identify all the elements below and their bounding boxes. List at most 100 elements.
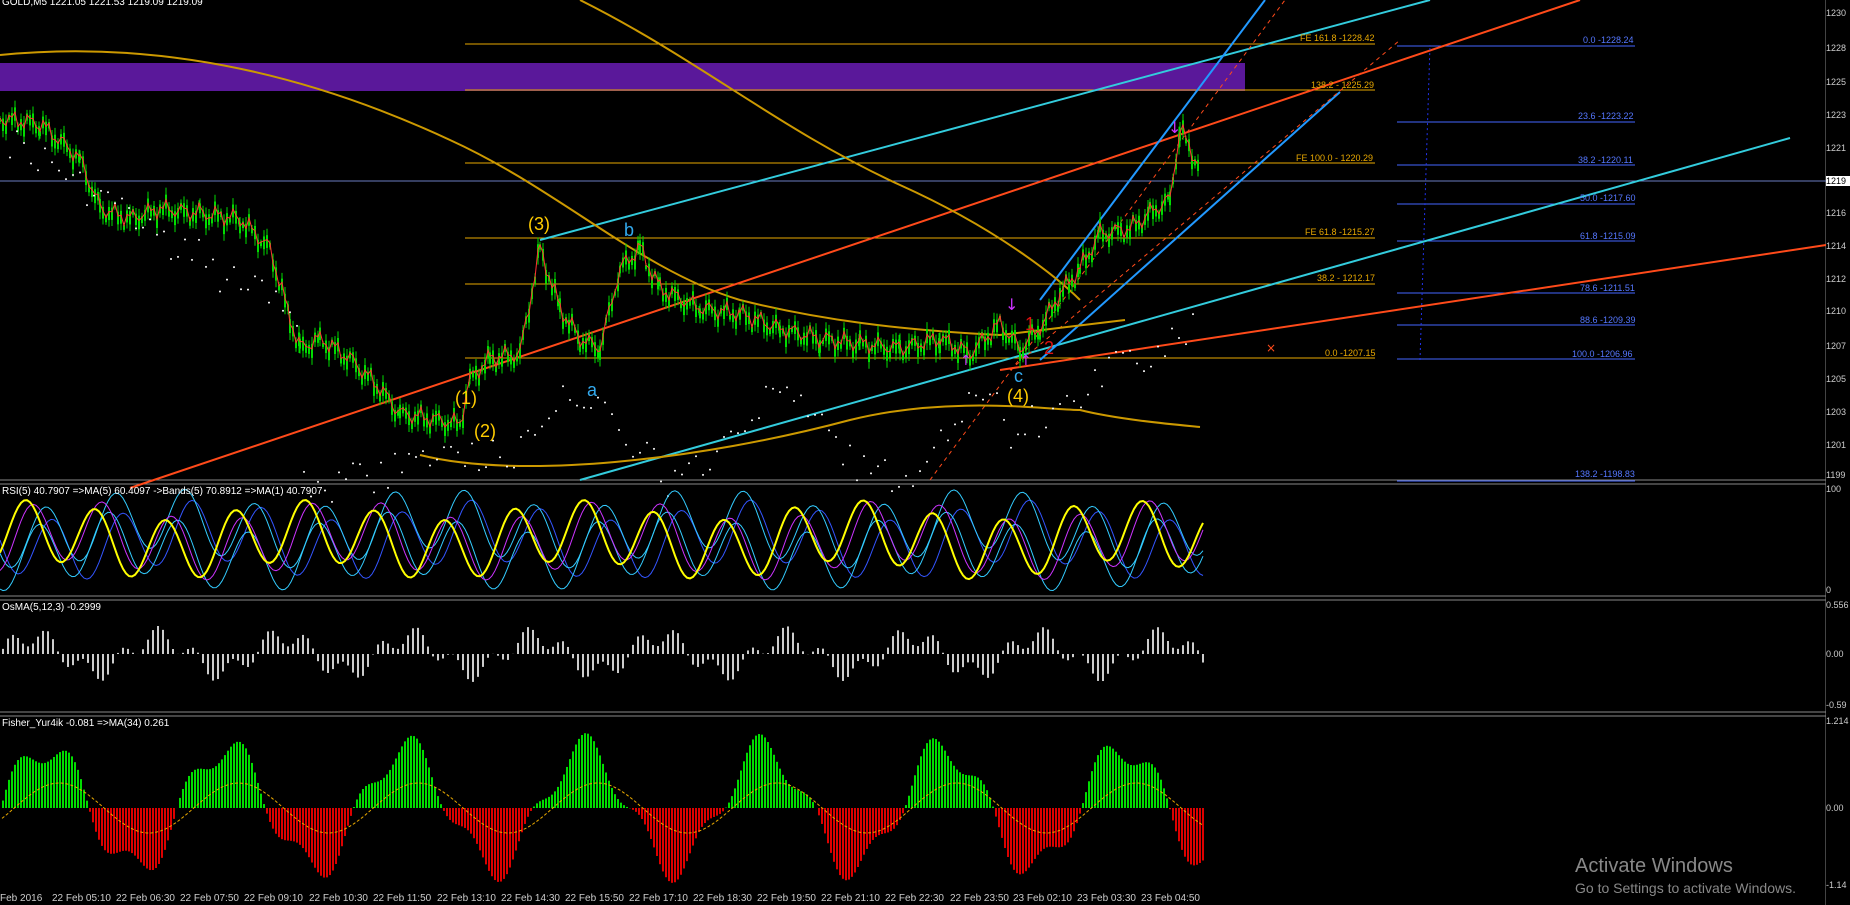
fisher-bar [494, 808, 496, 881]
fisher-bar [533, 806, 535, 808]
fisher-bar [302, 808, 304, 849]
fisher-bar [797, 790, 799, 808]
fisher-bar [566, 766, 568, 808]
fisher-bar [413, 736, 415, 808]
osma-bar [1037, 632, 1039, 654]
fisher-bar [38, 762, 40, 808]
fisher-bar [425, 758, 427, 808]
fisher-bar [1100, 749, 1102, 808]
osma-bar [52, 639, 54, 654]
wave-label-minor-1: 1 [1025, 314, 1036, 334]
osma-bar [517, 642, 519, 654]
fisher-bar [1022, 808, 1024, 874]
fisher-bar [179, 797, 181, 808]
wave-label-c: c [1014, 366, 1023, 386]
fisher-bar [962, 774, 964, 808]
candle-body [444, 422, 446, 436]
osma-bar [67, 654, 69, 667]
fisher-bar [128, 808, 130, 852]
candle-body [138, 215, 140, 230]
fisher-bar [65, 750, 67, 808]
fisher-bar [641, 808, 643, 819]
osma-bar [1062, 654, 1064, 659]
fisher-bar [605, 772, 607, 808]
fisher-bar [755, 735, 757, 808]
candle-body [639, 240, 641, 254]
osma-bar [742, 654, 744, 660]
fisher-bar [284, 808, 286, 841]
candle-body [886, 346, 888, 361]
wave-label-4: (4) [1007, 386, 1029, 406]
fisher-bar [752, 739, 754, 808]
fisher-bar [518, 808, 520, 842]
fisher-bar [635, 808, 637, 812]
fisher-bar [185, 781, 187, 808]
fisher-bar [35, 761, 37, 808]
time-axis-label: 22 Feb 13:10 [437, 893, 496, 904]
osma-bar [167, 639, 169, 654]
fisher-bar [311, 808, 313, 863]
time-axis-label: 22 Feb 06:30 [116, 893, 175, 904]
fisher-bar [359, 793, 361, 808]
sar-dot [898, 485, 900, 488]
sar-dot [681, 473, 683, 476]
osma-bar [37, 636, 39, 654]
osma-bar [642, 635, 644, 654]
fisher-bar [1121, 758, 1123, 808]
osma-bar [1082, 654, 1084, 656]
sar-dot [352, 462, 354, 465]
fisher-bar [995, 808, 997, 817]
osma-bar [602, 654, 604, 662]
sar-dot [359, 463, 361, 466]
fisher-bar [167, 808, 169, 841]
time-axis-label: Feb 2016 [0, 893, 43, 904]
fisher-bar [590, 736, 592, 808]
fisher-bar [581, 735, 583, 808]
osma-bar [247, 654, 249, 667]
osma-bar [572, 654, 574, 659]
fisher-bar [893, 808, 895, 829]
fisher-axis-zero: 0.00 [1826, 803, 1844, 813]
osma-bar [672, 630, 674, 654]
price-chart-canvas[interactable]: ↓ ↓ ↑ ↑ × [0, 0, 1850, 905]
fisher-bar [686, 808, 688, 862]
fisher-bar [239, 741, 241, 808]
sar-dot [471, 442, 473, 445]
sar-dot [128, 207, 130, 210]
time-axis-label: 22 Feb 09:10 [244, 893, 303, 904]
sar-dot [345, 478, 347, 481]
sar-dot [576, 404, 578, 407]
price-axis-label: 1199 [1826, 470, 1846, 480]
channel-blue-upper [1039, 0, 1266, 301]
fisher-bar [656, 808, 658, 857]
osma-axis-min: -0.59 [1826, 700, 1847, 710]
fisher-bar [104, 808, 106, 851]
fisher-bar [782, 774, 784, 808]
fisher-bar [485, 808, 487, 865]
fisher-bar [671, 808, 673, 883]
osma-bar [202, 654, 204, 664]
fisher-bar [278, 808, 280, 838]
fisher-bar [1079, 808, 1081, 814]
osma-bar [842, 654, 844, 681]
trendline-cyan-lower [579, 137, 1791, 481]
osma-bar [432, 654, 434, 657]
osma-label: OsMA(5,12,3) -0.2999 [2, 602, 101, 613]
fisher-bar [29, 757, 31, 808]
sar-dot [303, 470, 305, 473]
fisher-bar [476, 808, 478, 844]
time-axis-label: 22 Feb 15:50 [565, 893, 624, 904]
time-axis-label: 22 Feb 05:10 [52, 893, 111, 904]
fisher-bar [848, 808, 850, 880]
fisher-bar [203, 769, 205, 808]
fisher-bar [254, 772, 256, 808]
fisher-bar [638, 808, 640, 815]
fisher-bar [689, 808, 691, 854]
fisher-bar [662, 808, 664, 872]
moving-average-200 [579, 0, 1081, 301]
fisher-bar [971, 775, 973, 808]
fisher-bar [908, 795, 910, 808]
fisher-bar [584, 733, 586, 808]
osma-bar [667, 634, 669, 654]
fisher-bar [452, 808, 454, 823]
